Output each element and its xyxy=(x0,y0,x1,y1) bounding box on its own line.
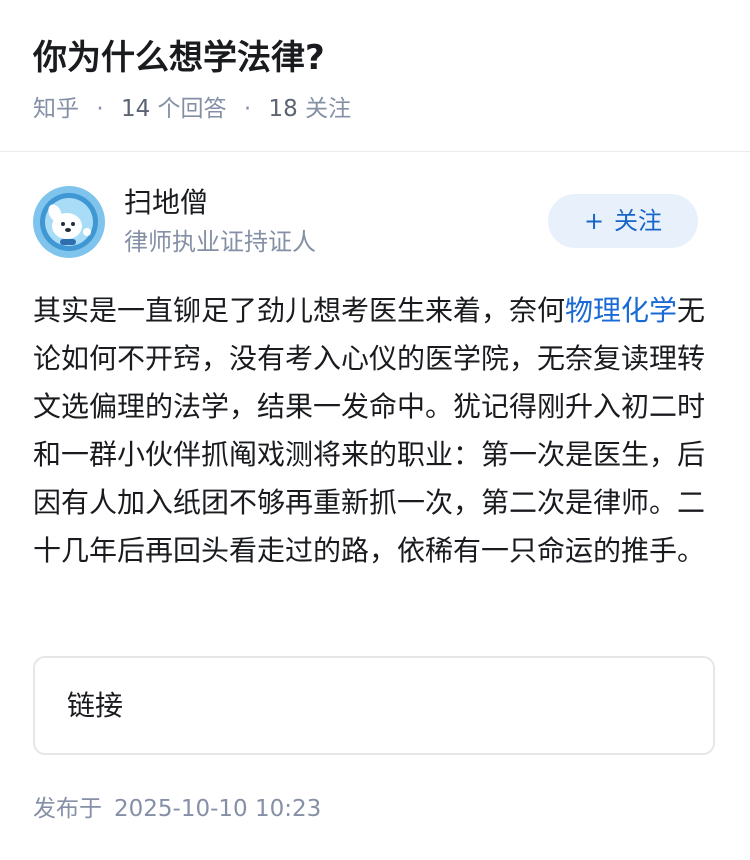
follower-count-unit: 关注 xyxy=(305,96,352,122)
publish-label: 发布于 xyxy=(33,796,102,822)
avatar[interactable] xyxy=(33,186,105,258)
author-row: 扫地僧 律师执业证持证人 + 关注 xyxy=(0,181,750,271)
dog-avatar-icon xyxy=(33,186,105,258)
answer-count-unit: 个回答 xyxy=(157,96,227,122)
answer-content: 其实是一直铆足了劲儿想考医生来着，奈何物理化学无论如何不开窍，没有考入心仪的医学… xyxy=(33,287,708,575)
follower-count: 18 xyxy=(268,96,298,122)
separator-dot: · xyxy=(243,96,252,122)
publish-time: 发布于 2025-10-10 10:23 xyxy=(33,791,321,827)
answer-inline-link[interactable]: 物理化学 xyxy=(565,294,677,327)
plus-icon: + xyxy=(583,207,605,235)
follow-label: 关注 xyxy=(614,207,663,235)
question-title[interactable]: 你为什么想学法律? xyxy=(33,33,325,83)
answer-text-after-link: 无论如何不开窍，没有考入心仪的医学院，无奈复读理转文选偏理的法学，结果一发命中。… xyxy=(33,294,706,567)
separator-dot: · xyxy=(96,96,104,122)
question-header: 你为什么想学法律? 知乎 · 14 个回答 · 18 关注 xyxy=(0,0,750,152)
follow-button[interactable]: + 关注 xyxy=(548,194,698,248)
author-headline: 律师执业证持证人 xyxy=(124,228,316,256)
link-card[interactable]: 链接 xyxy=(33,656,715,755)
answer-count: 14 xyxy=(120,96,151,122)
publish-datetime: 2025-10-10 10:23 xyxy=(114,796,322,822)
question-meta: 知乎 · 14 个回答 · 18 关注 xyxy=(33,90,351,128)
link-card-label: 链接 xyxy=(67,689,124,722)
answer-text-before-link: 其实是一直铆足了劲儿想考医生来着，奈何 xyxy=(33,294,566,327)
author-name[interactable]: 扫地僧 xyxy=(124,183,208,223)
source-label[interactable]: 知乎 xyxy=(33,96,79,122)
